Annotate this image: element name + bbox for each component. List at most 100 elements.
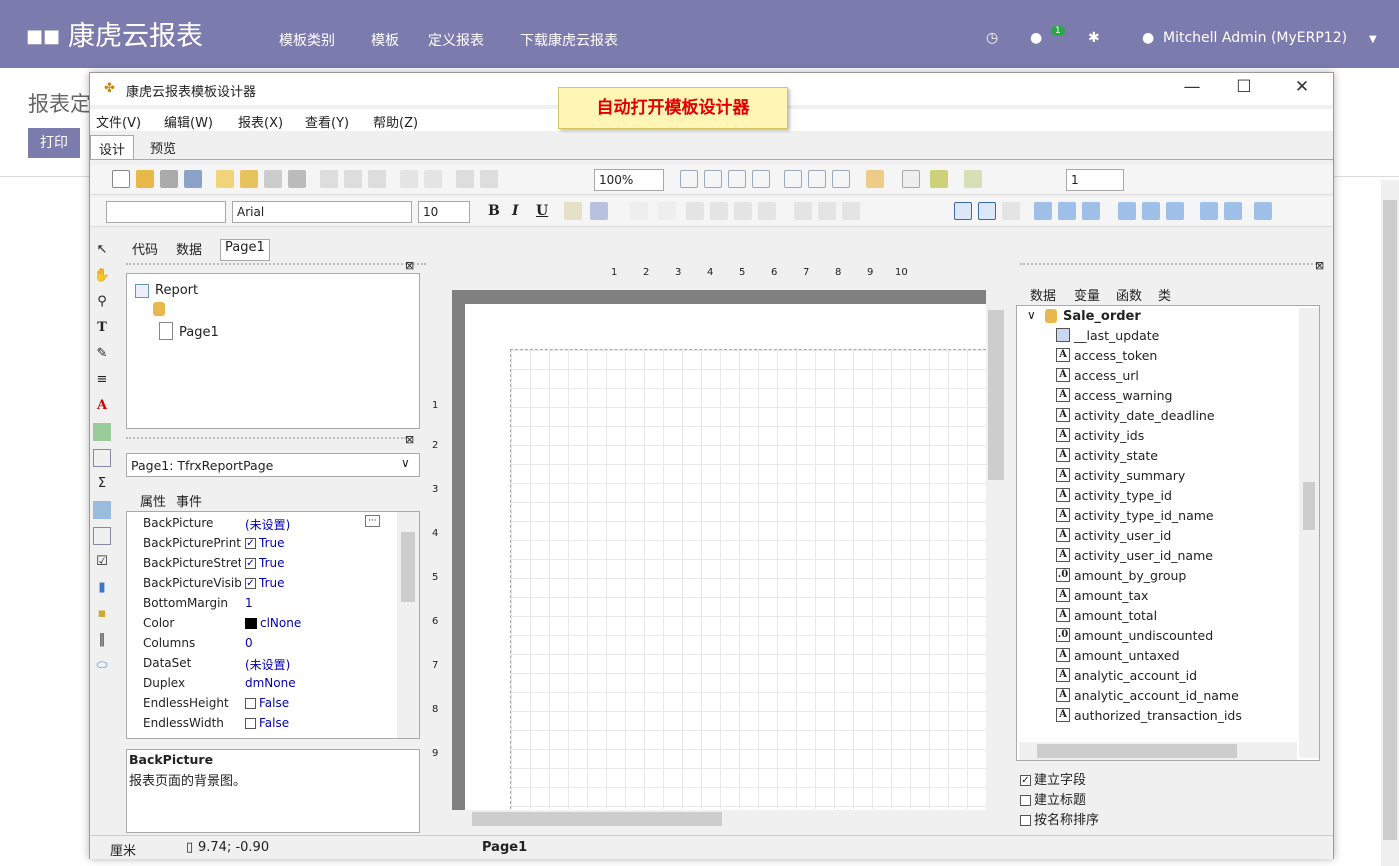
chevron-down-icon[interactable]: ∨ <box>401 456 410 470</box>
field-item[interactable]: Aaccess_url <box>1016 365 1296 385</box>
close-panel-icon[interactable]: ⊠ <box>405 433 414 446</box>
menu-help[interactable]: 帮助(Z) <box>373 112 418 131</box>
minimize-button[interactable]: — <box>1172 77 1212 101</box>
workspace-hscroll[interactable] <box>452 810 1005 828</box>
bug-icon[interactable]: ✱ <box>1088 30 1100 46</box>
tab-data[interactable]: 数据 <box>176 239 202 261</box>
align-lefts-icon[interactable] <box>1034 202 1052 220</box>
page-grid[interactable] <box>510 349 986 809</box>
tree-report[interactable]: Report <box>155 283 198 298</box>
font-size-select[interactable]: 10 <box>418 201 470 223</box>
menu-view[interactable]: 查看(Y) <box>305 112 349 131</box>
center-horz-icon[interactable] <box>1254 202 1272 220</box>
field-item[interactable]: Aamount_untaxed <box>1016 645 1296 665</box>
align-justify-icon[interactable] <box>758 202 776 220</box>
field-item[interactable]: Aactivity_type_id <box>1016 485 1296 505</box>
zoom-select[interactable]: 100% <box>594 169 664 191</box>
tab-design[interactable]: 设计 <box>90 135 135 159</box>
field-item[interactable]: Aanalytic_account_id <box>1016 665 1296 685</box>
sort-by-name-checkbox[interactable]: 按名称排序 <box>1020 809 1099 828</box>
line-width-select[interactable]: 1 <box>1066 169 1124 191</box>
align-tops-icon[interactable] <box>1118 202 1136 220</box>
clock-icon[interactable]: ◷ <box>986 30 998 46</box>
property-row[interactable]: BackPictureVisibl ✓ True <box>127 574 395 594</box>
align-left-icon[interactable] <box>686 202 704 220</box>
field-item[interactable]: Aactivity_user_id_name <box>1016 545 1296 565</box>
page-scrollbar[interactable] <box>1381 180 1399 866</box>
highlight-icon[interactable] <box>630 202 648 220</box>
align-grid-icon[interactable] <box>680 170 698 188</box>
snap-grid-icon[interactable] <box>978 202 996 220</box>
delete-page-icon[interactable] <box>264 170 282 188</box>
picture-object-icon[interactable] <box>93 423 111 441</box>
field-item[interactable]: Aactivity_user_id <box>1016 525 1296 545</box>
format-painter-icon[interactable]: ✎ <box>93 345 111 363</box>
page-settings-icon[interactable] <box>288 170 306 188</box>
italic-button[interactable]: I <box>512 203 519 219</box>
close-panel-icon[interactable]: ⊠ <box>1315 259 1324 272</box>
property-row[interactable]: EndlessWidth False <box>127 714 395 734</box>
zoom-tool-icon[interactable]: ⚲ <box>93 293 111 311</box>
cut-icon[interactable] <box>320 170 338 188</box>
align-vcenters-icon[interactable] <box>1142 202 1160 220</box>
nav-download[interactable]: 下载康虎云报表 <box>520 30 618 50</box>
menu-edit[interactable]: 编辑(W) <box>164 112 213 131</box>
tab-preview[interactable]: 预览 <box>142 135 184 159</box>
font-color-icon[interactable] <box>590 202 608 220</box>
scrollbar-thumb[interactable] <box>1303 482 1315 530</box>
field-item[interactable]: Aactivity_summary <box>1016 465 1296 485</box>
tree-vscroll[interactable] <box>1299 308 1319 758</box>
text-tool-icon[interactable]: T <box>93 319 111 337</box>
barcode-icon[interactable]: ‖ <box>93 631 111 649</box>
subreport-icon[interactable] <box>93 449 111 467</box>
align-right-icon[interactable] <box>734 202 752 220</box>
user-menu[interactable]: Mitchell Admin (MyERP12) <box>1163 30 1347 46</box>
line-color-icon[interactable] <box>930 170 948 188</box>
undo-icon[interactable] <box>400 170 418 188</box>
frame-color-icon[interactable] <box>902 170 920 188</box>
align-rights-icon[interactable] <box>1082 202 1100 220</box>
tab-variables[interactable]: 变量 <box>1074 285 1100 307</box>
object-selector[interactable]: Page1: TfrxReportPage ∨ <box>126 453 420 477</box>
frame-all-icon[interactable] <box>808 170 826 188</box>
group-icon[interactable] <box>456 170 474 188</box>
apps-grid-icon[interactable]: ■■ <box>26 26 60 47</box>
scrollbar-thumb[interactable] <box>401 532 415 602</box>
ungroup-icon[interactable] <box>480 170 498 188</box>
brand-title[interactable]: 康虎云报表 <box>68 14 203 53</box>
property-row[interactable]: BackPictureStret ✓ True <box>127 554 395 574</box>
band-tool-icon[interactable]: ≡ <box>93 371 111 389</box>
field-item[interactable]: Aamount_tax <box>1016 585 1296 605</box>
align-bottom-icon[interactable] <box>842 202 860 220</box>
tab-data-tree[interactable]: 数据 <box>1030 285 1056 307</box>
show-grid-icon[interactable] <box>954 202 972 220</box>
field-item[interactable]: Aactivity_date_deadline <box>1016 405 1296 425</box>
line-style-icon[interactable] <box>964 170 982 188</box>
scrollbar-thumb[interactable] <box>988 310 1004 480</box>
tab-code[interactable]: 代码 <box>132 239 158 261</box>
scrollbar-thumb[interactable] <box>1037 744 1237 758</box>
chat-icon[interactable]: ● <box>1030 30 1042 46</box>
shape-object-icon[interactable]: ⬭ <box>93 657 111 675</box>
checkbox-object-icon[interactable]: ☑ <box>93 553 111 571</box>
fill-color-icon[interactable] <box>866 170 884 188</box>
field-item[interactable]: Aamount_total <box>1016 605 1296 625</box>
font-settings-icon[interactable] <box>564 202 582 220</box>
align-top-icon[interactable] <box>794 202 812 220</box>
style-select[interactable] <box>106 201 226 223</box>
property-row[interactable]: Columns 0 <box>127 634 395 654</box>
cross-tab-icon[interactable]: ▪ <box>93 605 111 623</box>
tab-events[interactable]: 事件 <box>176 491 202 513</box>
property-row[interactable]: Duplex dmNone <box>127 674 395 694</box>
align-middle-icon[interactable] <box>818 202 836 220</box>
save-icon[interactable] <box>160 170 178 188</box>
field-item[interactable]: Aaccess_warning <box>1016 385 1296 405</box>
rotate-icon[interactable] <box>658 202 676 220</box>
property-row[interactable]: Color clNone <box>127 614 395 634</box>
font-name-select[interactable]: Arial <box>232 201 412 223</box>
copy-icon[interactable] <box>344 170 362 188</box>
property-scrollbar[interactable] <box>397 512 419 738</box>
align-centers-icon[interactable] <box>1058 202 1076 220</box>
caret-down-icon[interactable]: ▼ <box>1369 34 1377 45</box>
new-page-icon[interactable] <box>216 170 234 188</box>
